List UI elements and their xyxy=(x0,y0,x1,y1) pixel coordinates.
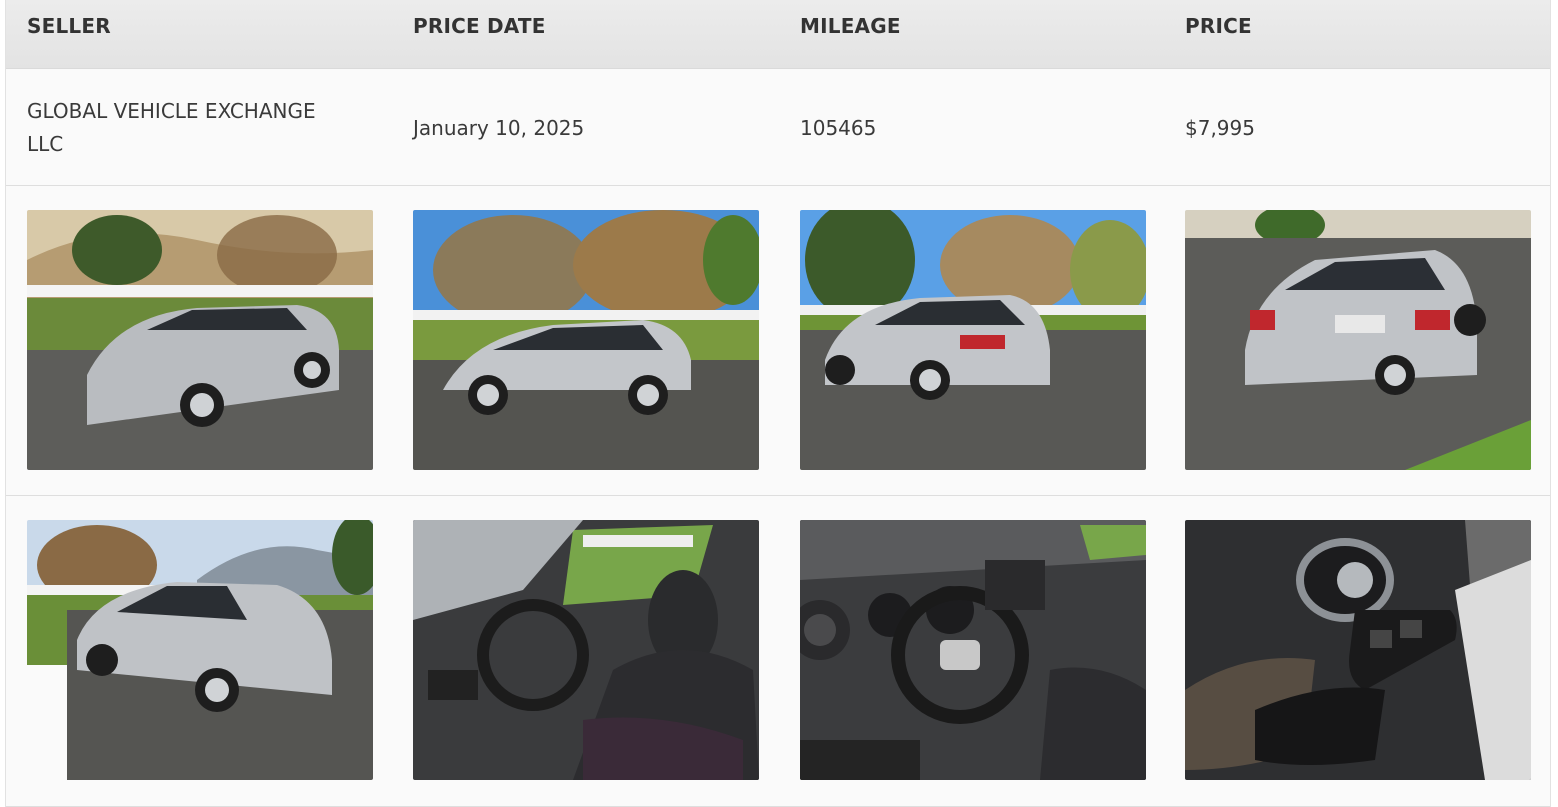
vehicle-listing-table: SELLER PRICE DATE MILEAGE PRICE GLOBAL V… xyxy=(5,0,1551,807)
header-price-date: PRICE DATE xyxy=(413,14,546,38)
header-seller: SELLER xyxy=(27,14,111,38)
car-interior-door-panel-photo[interactable] xyxy=(1185,520,1531,780)
car-interior-front-seats-photo[interactable] xyxy=(413,520,759,780)
header-mileage: MILEAGE xyxy=(800,14,901,38)
car-interior-dashboard-photo[interactable] xyxy=(800,520,1146,780)
photo-row-1 xyxy=(6,186,1550,496)
car-exterior-rear-right-photo[interactable] xyxy=(1185,210,1531,470)
cell-seller: GLOBAL VEHICLE EXCHANGE LLC xyxy=(27,99,316,156)
table-header-row: SELLER PRICE DATE MILEAGE PRICE xyxy=(6,0,1550,69)
cell-price: $7,995 xyxy=(1185,116,1255,140)
cell-mileage: 105465 xyxy=(800,116,877,140)
table-row: GLOBAL VEHICLE EXCHANGE LLC January 10, … xyxy=(6,69,1550,186)
header-price: PRICE xyxy=(1185,14,1252,38)
car-exterior-rear-left-photo[interactable] xyxy=(800,210,1146,470)
car-exterior-front-right-photo[interactable] xyxy=(27,520,373,780)
photo-row-2 xyxy=(6,496,1550,807)
car-exterior-front-left-photo[interactable] xyxy=(27,210,373,470)
cell-price-date: January 10, 2025 xyxy=(413,116,585,140)
car-exterior-side-left-photo[interactable] xyxy=(413,210,759,470)
